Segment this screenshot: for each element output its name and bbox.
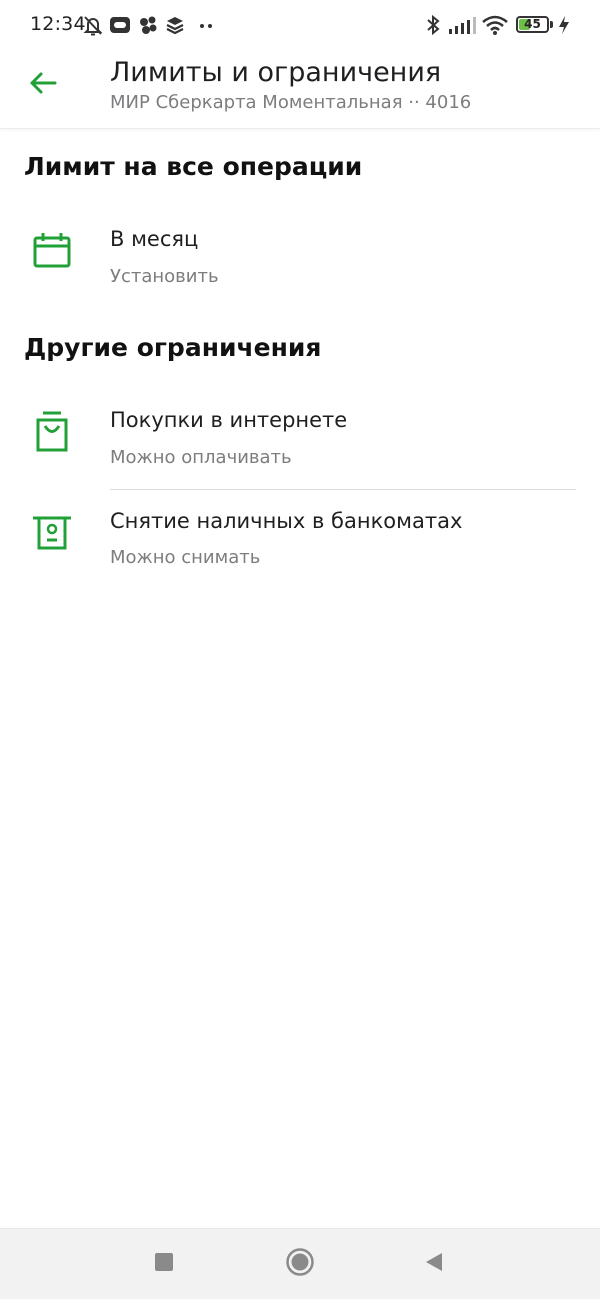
atm-withdrawal-subtitle: Можно снимать (110, 547, 261, 568)
chat-bubble-icon (109, 14, 131, 36)
section-title-other-restrictions: Другие ограничения (24, 333, 322, 362)
battery-level: 45 (524, 17, 541, 31)
layers-icon (165, 14, 185, 36)
battery-tip (550, 21, 553, 28)
app-bar: Лимиты и ограничения МИР Сберкарта Момен… (0, 52, 600, 129)
limit-month-title: В месяц (110, 227, 199, 251)
back-nav-button[interactable] (416, 1246, 452, 1282)
system-nav-bar (0, 1228, 600, 1299)
signal-icon (448, 14, 476, 36)
arrow-left-icon (29, 71, 57, 99)
shopping-bag-icon (30, 410, 74, 454)
online-purchases-item[interactable]: Покупки в интернете Можно оплачивать (0, 396, 600, 492)
back-triangle-icon (423, 1251, 445, 1277)
divider (110, 489, 576, 490)
section-title-all-operations: Лимит на все операции (24, 152, 363, 181)
back-button[interactable] (22, 66, 64, 104)
atm-icon (30, 510, 74, 554)
page-title: Лимиты и ограничения (110, 57, 442, 88)
home-icon (285, 1247, 315, 1281)
bluetooth-icon (425, 14, 441, 36)
recent-apps-icon (154, 1252, 174, 1276)
limit-month-item[interactable]: В месяц Установить (0, 215, 600, 311)
home-button[interactable] (282, 1246, 318, 1282)
card-subtitle: МИР Сберкарта Моментальная ·· 4016 (110, 92, 472, 113)
more-dots-icon (198, 14, 216, 36)
online-purchases-subtitle: Можно оплачивать (110, 447, 292, 468)
wifi-icon (481, 14, 509, 36)
atm-withdrawal-title: Снятие наличных в банкоматах (110, 509, 463, 533)
calendar-icon (30, 229, 74, 273)
charging-icon (557, 14, 571, 36)
dots-app-icon (137, 14, 159, 36)
bell-off-icon (82, 14, 104, 36)
battery-icon: 45 (516, 16, 549, 33)
status-time: 12:34 (30, 13, 86, 35)
online-purchases-title: Покупки в интернете (110, 408, 348, 432)
limit-month-subtitle: Установить (110, 266, 219, 287)
status-bar: 12:34 45 (0, 0, 600, 52)
atm-withdrawal-item[interactable]: Снятие наличных в банкоматах Можно снима… (0, 496, 600, 592)
recent-apps-button[interactable] (146, 1246, 182, 1282)
screen: 12:34 45 Лимиты и ограничения МИР Сберка… (0, 0, 600, 1299)
